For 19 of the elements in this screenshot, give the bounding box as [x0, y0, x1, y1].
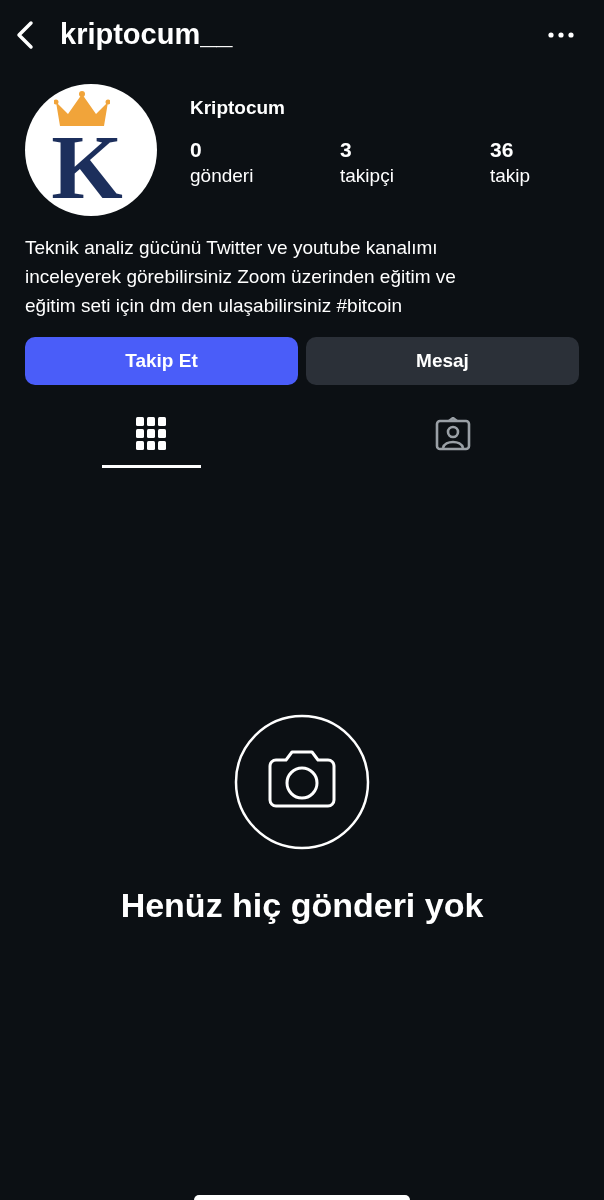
more-icon[interactable]: [548, 31, 574, 39]
stat-value: 36: [490, 136, 515, 163]
posts-tab[interactable]: [101, 415, 201, 468]
back-icon[interactable]: [14, 20, 36, 50]
camera-icon: [234, 714, 370, 850]
stat-label: takip: [490, 163, 532, 188]
stat-value: 3: [340, 136, 353, 163]
tagged-person-icon: [435, 417, 471, 451]
display-name: Kriptocum: [190, 96, 286, 120]
avatar-letter: K: [51, 130, 123, 204]
username: kriptocum__: [60, 17, 233, 53]
empty-state-message: Henüz hiç gönderi yok: [120, 885, 484, 926]
stat-label: gönderi: [190, 163, 255, 188]
stat-label: takipçi: [340, 163, 395, 188]
stat-value: 0: [190, 136, 203, 163]
follow-button[interactable]: Takip Et: [25, 337, 298, 385]
message-button[interactable]: Mesaj: [306, 337, 579, 385]
bio-text: Teknik analiz gücünü Twitter ve youtube kanalımı inceleyerek görebilirsiniz Zoom üzerinden eğitim ve eğitim seti için dm den ulaşabilirsiniz #bitcoin: [24, 236, 457, 318]
grid-icon: [136, 417, 166, 451]
